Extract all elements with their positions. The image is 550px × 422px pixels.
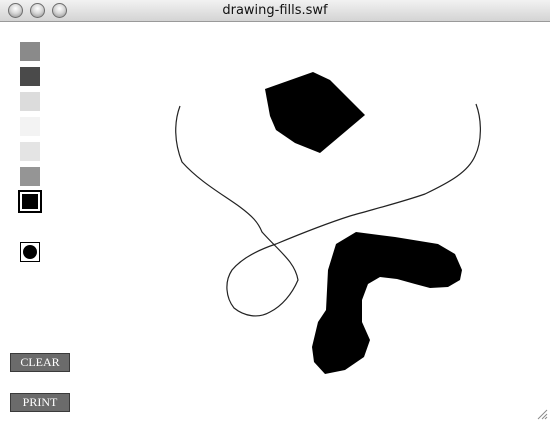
color-swatch-mid-gray[interactable]	[20, 167, 40, 186]
color-swatch-dark-gray[interactable]	[20, 67, 40, 86]
color-swatch-pale-gray[interactable]	[20, 142, 40, 161]
title-bar: drawing-fills.swf	[0, 0, 550, 22]
color-swatch-gray[interactable]	[20, 42, 40, 61]
window-title: drawing-fills.swf	[222, 3, 328, 18]
color-swatch-off-white[interactable]	[20, 117, 40, 136]
resize-grip-icon[interactable]	[536, 408, 548, 420]
print-button[interactable]: PRINT	[10, 393, 70, 412]
color-swatch-light-gray[interactable]	[20, 92, 40, 111]
app-window: drawing-fills.swf CLEAR PRINT	[0, 0, 550, 422]
selected-color-fill	[22, 194, 38, 209]
brush-dot-icon	[23, 245, 37, 259]
drawing-canvas[interactable]	[0, 22, 550, 422]
drawn-filled-shape-bottom	[312, 232, 462, 374]
drawn-filled-shape-top	[265, 72, 365, 153]
brush-tool[interactable]	[20, 242, 40, 262]
clear-button[interactable]: CLEAR	[10, 353, 70, 372]
color-swatch-black-selected[interactable]	[18, 190, 42, 213]
